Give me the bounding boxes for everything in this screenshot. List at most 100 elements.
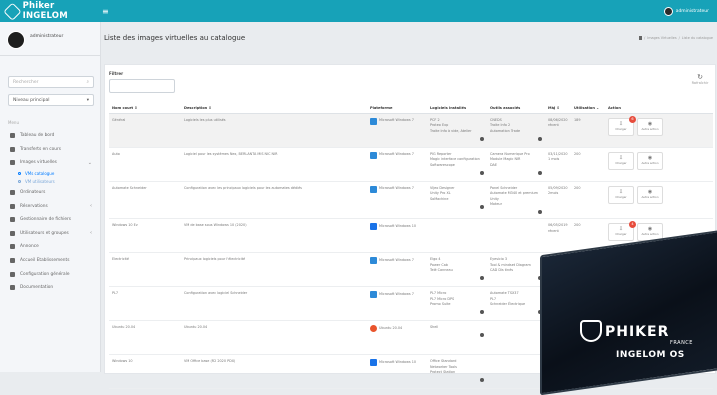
more-actions-button[interactable]: ◉Autre action: [637, 151, 663, 170]
images-icon: [10, 160, 15, 166]
cell-name-text: Windows 10 Ev: [112, 223, 138, 227]
action-group: ⇩ Charger 6 ◉ Autre action: [608, 115, 710, 136]
platform-name: Ubuntu 20.04: [379, 325, 403, 330]
info-icon[interactable]: [480, 333, 484, 337]
cell-platform: Ubuntu 20.04: [367, 320, 427, 355]
windows-icon: [370, 223, 377, 230]
download-button[interactable]: ⇩Charger: [608, 185, 634, 204]
sidebar-item[interactable]: Utilisateurs et groupes ‹: [0, 227, 100, 241]
brand[interactable]: Phiker INGELOM: [0, 0, 100, 22]
hamburger-icon[interactable]: ≡: [102, 7, 109, 16]
breadcrumb-item: Liste du catalogue: [681, 36, 713, 40]
info-icon[interactable]: [538, 210, 542, 214]
sidebar-item[interactable]: Accueil Etablissements: [0, 254, 100, 268]
chevron-icon: ⌄: [87, 159, 92, 166]
info-icon[interactable]: [480, 136, 484, 141]
sidebar-item[interactable]: Documentation: [0, 281, 100, 295]
cell-platform: Microsoft Windows 7: [367, 286, 427, 321]
column-header[interactable]: Logiciels installés: [427, 103, 487, 114]
cell-description-text: VM de base sous Windows 10 (2020): [184, 223, 247, 227]
info-icon[interactable]: [480, 378, 484, 382]
download-button[interactable]: ⇩ Charger 6: [608, 115, 636, 136]
cell-description: Ubuntu 20.04: [181, 320, 367, 355]
breadcrumb-item[interactable]: Images Virtuelles: [647, 36, 676, 40]
search-icon[interactable]: ⌕: [86, 79, 89, 85]
sidebar-item[interactable]: Gestionnaire de fichiers: [0, 213, 100, 227]
table-row[interactable]: Général Logiciels les plus utilisés Micros…: [109, 113, 713, 148]
cell-name: Auto: [109, 147, 181, 182]
download-button[interactable]: ⇩Charger: [608, 151, 634, 170]
cell-description: Configuration avec les principaux logici…: [181, 181, 367, 219]
sidebar-subitem[interactable]: VM utilisateurs: [0, 178, 100, 186]
circle-icon: [18, 180, 21, 184]
cell-description-text: Logiciel pour les systèmes Nex, BERLANTA…: [184, 151, 278, 156]
cell-description-text: Principaux logiciels pour l'électricité: [184, 257, 246, 261]
windows-icon: [370, 257, 377, 264]
table-row[interactable]: Automate Schneider Configuration avec les…: [109, 181, 713, 219]
cell-description-text: Ubuntu 20.04: [184, 325, 208, 329]
column-header[interactable]: Description ⇕: [181, 103, 367, 114]
desktop-icon: [10, 190, 15, 196]
cell-tools-text: Panel Schneider Automate M340 et premium…: [490, 185, 538, 207]
sidebar-item[interactable]: Images virtuelles ⌄: [0, 156, 100, 170]
column-header[interactable]: Plateforme: [367, 103, 427, 114]
info-icon[interactable]: [480, 204, 484, 209]
column-header[interactable]: MàJ ⇕: [545, 103, 571, 114]
sidebar-search-input[interactable]: Rechercher ⌕: [8, 76, 94, 88]
sidebar-item[interactable]: Configuration générale: [0, 267, 100, 281]
cell-usage-text: 200: [574, 223, 581, 227]
info-icon[interactable]: [538, 136, 542, 141]
overlay-brand: PHIKER: [605, 324, 670, 340]
sidebar-subitem[interactable]: VMs catalogue: [0, 170, 100, 178]
cell-tools-text: Automate TSX37 PL7 Schneider Électrique: [490, 291, 526, 306]
platform-badge: Microsoft Windows 7: [370, 185, 424, 193]
platform-badge: Microsoft Windows 7: [370, 151, 424, 159]
top-user-menu[interactable]: administrateur: [663, 6, 709, 16]
cell-software-text: PCF 2 Proteo Exp Traite Info à vide, Ate…: [430, 117, 472, 133]
cell-updated: 05/09/2020 2mois: [545, 181, 571, 219]
sidebar-item-label: Documentation: [20, 285, 54, 291]
dashboard-icon: [10, 133, 15, 139]
cell-name: Automate Schneider: [109, 181, 181, 219]
avatar: [663, 6, 673, 16]
sidebar-item[interactable]: Ordinateurs: [0, 186, 100, 200]
info-icon[interactable]: [480, 310, 484, 314]
sidebar-item[interactable]: Tableau de bord: [0, 129, 100, 143]
more-actions-button[interactable]: ◉Autre action: [637, 117, 663, 136]
cell-description: Logiciel pour les systèmes Nex, BERLANTA…: [181, 147, 367, 182]
download-label: Charger: [615, 126, 627, 131]
phiker-shield-icon: [580, 320, 602, 342]
sidebar-subitem-label: VM utilisateurs: [25, 179, 55, 185]
column-header[interactable]: Action: [605, 103, 713, 114]
refresh-label: Rafraîchir: [691, 81, 709, 85]
sidebar-item-label: Réservations: [20, 203, 48, 209]
cell-description-text: Logiciels les plus utilisés: [184, 117, 226, 122]
filter-input[interactable]: [109, 79, 175, 93]
column-header[interactable]: Outils associés: [487, 103, 545, 114]
overlay-product: INGELOM OS: [616, 350, 685, 360]
sidebar-item[interactable]: Transferts en cours: [0, 143, 100, 157]
platform-badge: Microsoft Windows 7: [370, 257, 424, 264]
brand-logo-icon: [3, 1, 22, 21]
user-name: administrateur: [30, 34, 64, 39]
user-panel[interactable]: administrateur: [0, 22, 100, 56]
platform-name: Microsoft Windows 7: [379, 152, 414, 157]
windows-icon: [370, 359, 377, 366]
platform-name: Microsoft Windows 10: [379, 359, 417, 364]
table-row[interactable]: Auto Logiciel pour les systèmes Nex, BERL…: [109, 147, 713, 182]
cell-platform: Microsoft Windows 10: [367, 218, 427, 253]
cell-name-text: Automate Schneider: [112, 185, 147, 190]
info-icon[interactable]: [538, 170, 542, 175]
refresh-button[interactable]: ↻ Rafraîchir: [691, 73, 709, 85]
more-actions-button[interactable]: ◉Autre action: [637, 185, 663, 204]
table-header-row: Nom court ⇕ Description ⇕ Plateforme Logici…: [109, 103, 713, 114]
sidebar-item[interactable]: Annonce: [0, 240, 100, 254]
sidebar-item[interactable]: Réservations ‹: [0, 199, 100, 213]
column-header[interactable]: Utilisation ⌄: [571, 103, 605, 114]
info-icon[interactable]: [480, 170, 484, 175]
megaphone-icon: [10, 244, 15, 250]
home-icon[interactable]: [638, 36, 643, 40]
scope-select[interactable]: Niveau principal ▾: [8, 94, 94, 106]
column-header[interactable]: Nom court ⇕: [109, 103, 181, 114]
info-icon[interactable]: [480, 276, 484, 280]
